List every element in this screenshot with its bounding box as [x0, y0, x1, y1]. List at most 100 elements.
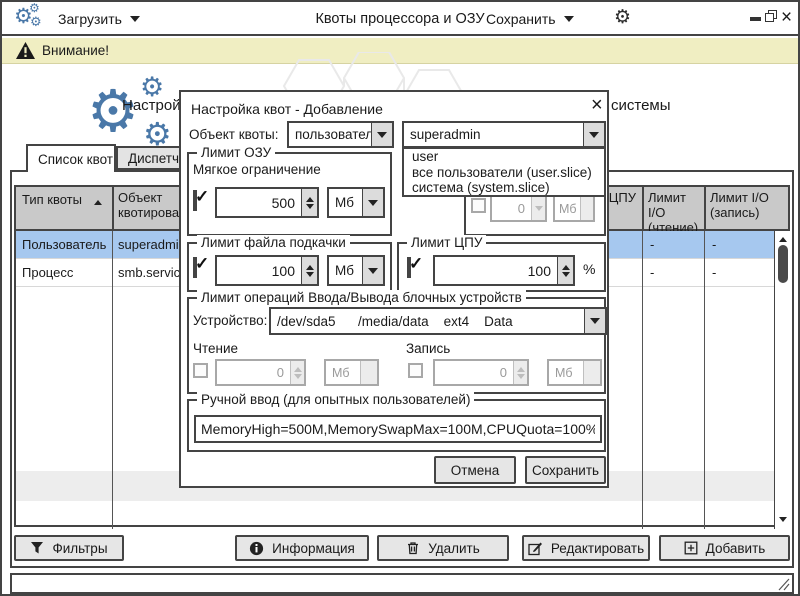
ram-limit-group: Лимит ОЗУ Мягкое ограничение 500 Мб [187, 152, 392, 236]
vertical-scrollbar[interactable] [774, 231, 792, 529]
dialog-title: Настройка квот - Добавление [191, 101, 383, 117]
io-write-value-spinner[interactable]: 0 [433, 359, 529, 386]
io-write-checkbox[interactable] [408, 363, 423, 378]
warning-text: Внимание! [42, 43, 109, 58]
combo-arrow [580, 197, 593, 220]
chevron-down-icon [130, 16, 140, 22]
io-read-value-spinner[interactable]: 0 [215, 359, 306, 386]
spin-down-icon [562, 272, 570, 277]
maximize-button[interactable] [765, 10, 778, 23]
dropdown-option[interactable]: система (system.slice) [404, 180, 604, 196]
sort-asc-icon [94, 200, 102, 205]
chevron-down-icon [589, 132, 599, 138]
swap-unit-select[interactable]: Мб [327, 255, 385, 286]
ram-hard-checkbox[interactable] [471, 198, 486, 213]
scroll-down-button[interactable] [775, 511, 792, 527]
cpu-value-spinner[interactable]: 100 [433, 255, 575, 286]
cpu-unit-label: % [583, 261, 595, 277]
spin-up-icon [294, 367, 302, 372]
titlebar: ⚙ ⚙ ⚙ Загрузить Квоты процессора и ОЗУ С… [2, 2, 798, 36]
spinner-buttons[interactable] [557, 257, 573, 284]
cancel-button[interactable]: Отмена [434, 456, 516, 484]
spin-up-icon [306, 197, 314, 202]
spinner-buttons[interactable] [513, 361, 527, 384]
scrollbar-thumb[interactable] [778, 245, 788, 283]
swap-value-spinner[interactable]: 100 [215, 255, 319, 286]
spinner-buttons[interactable] [531, 197, 545, 220]
close-window-button[interactable]: × [781, 5, 792, 31]
add-button[interactable]: Добавить [659, 535, 790, 561]
load-menu-label: Загрузить [58, 11, 122, 27]
combo-arrow [583, 361, 600, 384]
chevron-down-icon [590, 318, 600, 324]
edit-button[interactable]: Редактировать [522, 535, 650, 561]
minimize-button[interactable] [750, 17, 761, 21]
arrow-up-icon [779, 237, 787, 242]
filters-button[interactable]: Фильтры [14, 535, 124, 561]
ram-soft-value-spinner[interactable]: 500 [215, 187, 319, 218]
spin-down-icon [306, 204, 314, 209]
cpu-limit-group: Лимит ЦПУ 100 % [397, 242, 606, 292]
manual-input-legend: Ручной ввод (для опытных пользователей) [197, 392, 474, 407]
resize-grip[interactable] [776, 578, 790, 591]
device-select[interactable]: /dev/sda5 /media/data ext4 Data [269, 307, 607, 335]
settings-gear-icon[interactable]: ⚙ [614, 8, 631, 27]
swap-limit-legend: Лимит файла подкачки [197, 235, 350, 250]
quota-target-select[interactable]: superadmin [402, 121, 606, 148]
soft-limit-label: Мягкое ограничение [193, 162, 321, 177]
cpu-limit-legend: Лимит ЦПУ [407, 235, 486, 250]
column-header-io-write[interactable]: Лимит I/O (запись) [710, 191, 772, 221]
column-header-type[interactable]: Тип квоты [22, 193, 102, 208]
ram-soft-unit-select[interactable]: Мб [327, 187, 385, 218]
io-write-unit-select[interactable]: Мб [547, 359, 602, 386]
io-read-checkbox[interactable] [193, 363, 208, 378]
dropdown-option[interactable]: user [404, 149, 604, 165]
spinner-buttons[interactable] [290, 361, 304, 384]
column-header-io-read[interactable]: Лимит I/O (чтение) [648, 191, 702, 236]
edit-icon [528, 541, 543, 556]
tab-quota-list[interactable]: Список квот [26, 144, 116, 172]
page-title-right-fragment: системы [611, 97, 671, 114]
ram-hard-value-spinner[interactable]: 0 [490, 195, 547, 222]
io-limit-group: Лимит операций Ввода/Вывода блочных устр… [187, 297, 606, 394]
swap-checkbox[interactable] [193, 257, 197, 278]
swap-limit-group: Лимит файла подкачки 100 Мб [187, 242, 392, 292]
write-label: Запись [406, 341, 450, 356]
save-menu-label: Сохранить [486, 11, 556, 27]
ram-soft-checkbox[interactable] [193, 190, 197, 211]
manual-input[interactable] [194, 415, 602, 443]
spin-down-icon [306, 272, 314, 277]
information-button[interactable]: Информация [235, 535, 369, 561]
dialog-close-button[interactable]: × [591, 95, 603, 115]
arrow-down-icon [779, 517, 787, 522]
load-menu[interactable]: Загрузить [58, 2, 140, 36]
spin-up-icon [562, 265, 570, 270]
warning-icon [16, 42, 35, 59]
dropdown-option[interactable]: все пользователи (user.slice) [404, 165, 604, 181]
spin-down-icon [294, 374, 302, 379]
chevron-down-icon [368, 268, 378, 274]
app-window: ⚙ ⚙ ⚙ Загрузить Квоты процессора и ОЗУ С… [0, 0, 800, 596]
quota-type-select[interactable]: пользователь [287, 121, 394, 148]
delete-button[interactable]: Удалить [377, 535, 509, 561]
quota-object-label: Объект квоты: [189, 127, 279, 142]
quota-dialog: Настройка квот - Добавление × Объект кво… [179, 90, 609, 488]
cpu-checkbox[interactable] [407, 257, 411, 278]
ram-hard-unit-select[interactable]: Мб [553, 195, 595, 222]
io-limit-legend: Лимит операций Ввода/Вывода блочных устр… [197, 290, 526, 305]
spinner-buttons[interactable] [301, 189, 317, 216]
spin-down-icon [517, 374, 525, 379]
spin-up-icon [517, 367, 525, 372]
save-button[interactable]: Сохранить [525, 456, 606, 484]
quota-target-dropdown-list: user все пользователи (user.slice) систе… [402, 147, 606, 197]
save-menu[interactable]: Сохранить [486, 2, 574, 36]
manual-input-group: Ручной ввод (для опытных пользователей) [187, 399, 606, 452]
io-read-unit-select[interactable]: Мб [324, 359, 379, 386]
spin-up-icon [306, 265, 314, 270]
app-logo-icon: ⚙ ⚙ ⚙ [14, 4, 48, 34]
spinner-buttons[interactable] [301, 257, 317, 284]
info-icon [249, 541, 264, 556]
filter-icon [30, 541, 44, 555]
combo-arrow [371, 123, 392, 146]
combo-arrow [362, 189, 383, 216]
